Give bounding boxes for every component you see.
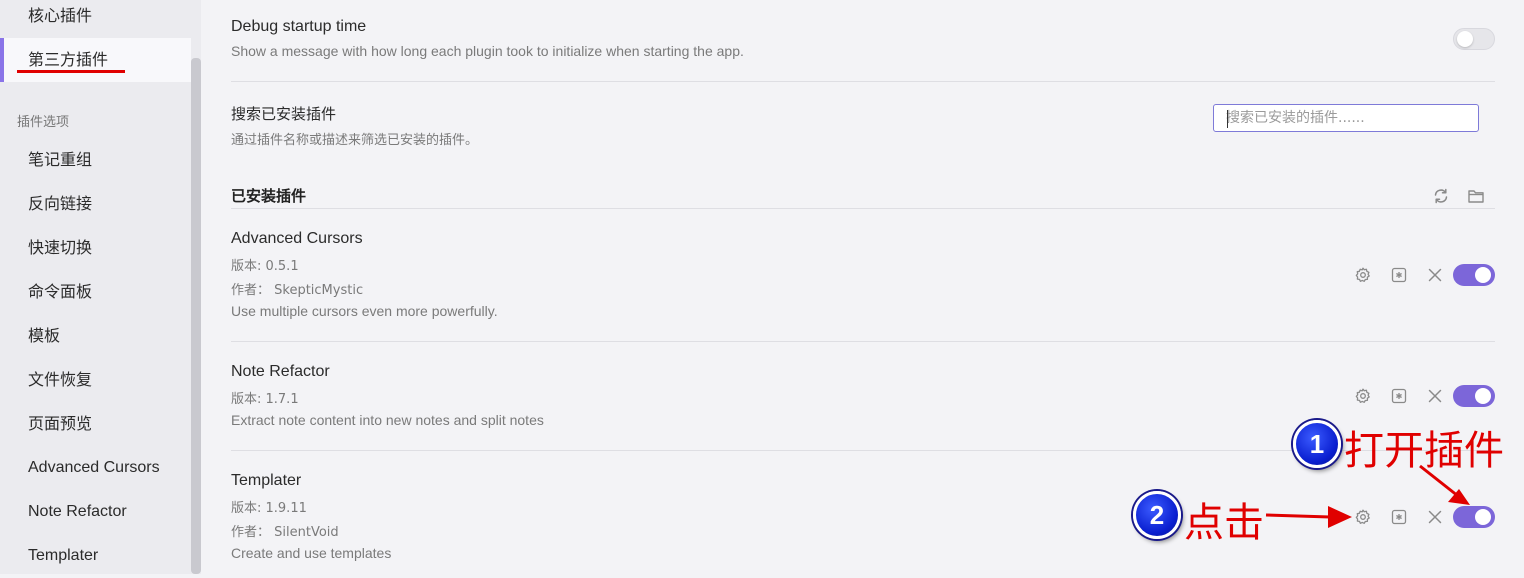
sidebar-item-community-plugins[interactable]: 第三方插件 <box>0 38 191 82</box>
sidebar-item-label: Templater <box>28 547 99 564</box>
hotkey-icon[interactable] <box>1390 508 1408 526</box>
annotation-underline <box>17 70 125 73</box>
toggle-knob <box>1475 267 1491 283</box>
gear-icon[interactable] <box>1354 266 1372 284</box>
sidebar-item-label: 第三方插件 <box>28 50 109 69</box>
plugin-name: Templater <box>231 472 302 489</box>
annotation-step-1-text: 打开插件 <box>1344 428 1504 474</box>
sidebar-item-label: 笔记重组 <box>28 150 93 169</box>
debug-setting-title: Debug startup time <box>231 18 367 35</box>
folder-icon[interactable] <box>1467 187 1485 205</box>
hotkey-icon[interactable] <box>1390 266 1408 284</box>
sidebar-item-templates[interactable]: 模板 <box>0 314 191 358</box>
sidebar-item-label: 核心插件 <box>28 6 93 25</box>
toggle-knob <box>1475 388 1491 404</box>
sidebar-item-label: 快速切换 <box>28 238 93 257</box>
sidebar-item-label: 页面预览 <box>28 414 93 433</box>
toggle-knob <box>1475 509 1491 525</box>
text-caret <box>1227 110 1228 128</box>
toggle-knob <box>1457 31 1473 47</box>
plugin-name: Advanced Cursors <box>231 230 363 247</box>
sidebar-item-label: 反向链接 <box>28 194 93 213</box>
reload-icon[interactable] <box>1432 187 1450 205</box>
annotation-step-2-text: 点击 <box>1184 500 1264 546</box>
debug-setting-description: Show a message with how long each plugin… <box>231 43 744 59</box>
plugin-version: 版本: 1.7.1 <box>231 392 299 407</box>
annotation-step-2-badge: 2 <box>1133 491 1181 539</box>
sidebar-item-advanced-cursors[interactable]: Advanced Cursors <box>0 446 191 490</box>
annotation-arrow-to-gear <box>1265 506 1352 528</box>
sidebar-item-file-recovery[interactable]: 文件恢复 <box>0 358 191 402</box>
divider <box>231 81 1495 82</box>
sidebar-item-label: Advanced Cursors <box>28 459 160 476</box>
sidebar: 核心插件 第三方插件 插件选项 笔记重组 反向链接 快速切换 命令面板 模板 文… <box>0 0 191 574</box>
plugin-enable-toggle[interactable] <box>1453 506 1495 528</box>
sidebar-scrollbar[interactable] <box>191 58 201 574</box>
uninstall-x-icon[interactable] <box>1426 508 1444 526</box>
sidebar-item-backlinks[interactable]: 反向链接 <box>0 182 191 226</box>
sidebar-section-title: 插件选项 <box>17 115 70 130</box>
plugin-author: 作者： SilentVoid <box>231 525 339 540</box>
plugin-description: Create and use templates <box>231 545 392 561</box>
search-setting-description: 通过插件名称或描述来筛选已安装的插件。 <box>231 133 479 148</box>
installed-plugins-heading: 已安装插件 <box>231 187 307 205</box>
sidebar-item-core-plugins[interactable]: 核心插件 <box>0 0 191 38</box>
sidebar-item-label: Note Refactor <box>28 503 127 520</box>
gear-icon[interactable] <box>1354 387 1372 405</box>
plugin-enable-toggle[interactable] <box>1453 264 1495 286</box>
sidebar-item-note-refactor[interactable]: Note Refactor <box>0 490 191 534</box>
sidebar-item-note-composer[interactable]: 笔记重组 <box>0 138 191 182</box>
divider <box>231 341 1495 342</box>
sidebar-item-label: 模板 <box>28 326 61 345</box>
plugin-version: 版本: 0.5.1 <box>231 259 299 274</box>
sidebar-item-page-preview[interactable]: 页面预览 <box>0 402 191 446</box>
uninstall-x-icon[interactable] <box>1426 387 1444 405</box>
sidebar-item-templater[interactable]: Templater <box>0 534 191 578</box>
annotation-step-1-badge: 1 <box>1293 420 1341 468</box>
plugin-description: Use multiple cursors even more powerfull… <box>231 303 498 319</box>
plugin-search-input[interactable] <box>1213 104 1479 132</box>
plugin-name: Note Refactor <box>231 363 330 380</box>
gear-icon[interactable] <box>1354 508 1372 526</box>
sidebar-item-quick-switcher[interactable]: 快速切换 <box>0 226 191 270</box>
plugin-description: Extract note content into new notes and … <box>231 412 544 428</box>
debug-startup-toggle[interactable] <box>1453 28 1495 50</box>
plugin-version: 版本: 1.9.11 <box>231 501 307 516</box>
hotkey-icon[interactable] <box>1390 387 1408 405</box>
annotation-arrows <box>1265 464 1470 528</box>
plugin-author: 作者： SkepticMystic <box>231 283 364 298</box>
divider <box>231 208 1495 209</box>
search-setting-title: 搜索已安装插件 <box>231 105 337 123</box>
uninstall-x-icon[interactable] <box>1426 266 1444 284</box>
sidebar-item-label: 命令面板 <box>28 282 93 301</box>
sidebar-item-command-palette[interactable]: 命令面板 <box>0 270 191 314</box>
sidebar-item-label: 文件恢复 <box>28 370 93 389</box>
plugin-enable-toggle[interactable] <box>1453 385 1495 407</box>
